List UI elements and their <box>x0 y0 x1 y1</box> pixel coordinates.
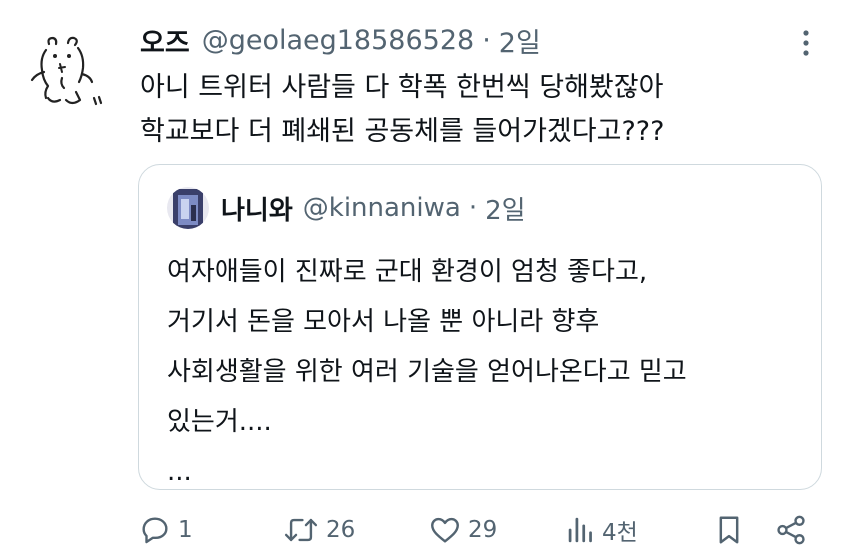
author-display-name[interactable]: 오즈 <box>140 21 190 60</box>
bookmark-icon <box>719 516 739 544</box>
views-icon <box>568 517 592 543</box>
quoted-author-display-name[interactable]: 나니와 <box>221 190 293 227</box>
reply-icon <box>142 517 168 544</box>
quoted-text-line: 있는거.... <box>167 407 272 437</box>
retweet-icon <box>284 518 318 542</box>
quoted-tweet-header: 나니와 @kinnaniwa · 2일 <box>221 187 526 229</box>
views-button[interactable]: 4천 <box>566 508 638 552</box>
separator-dot: · <box>482 24 491 56</box>
separator-dot: · <box>468 193 478 223</box>
bear-doodle-icon <box>30 36 103 106</box>
quoted-tweet-text: 여자애들이 진짜로 군대 환경이 엄청 좋다고, 거기서 돈을 모아서 나올 뿐… <box>167 247 687 497</box>
quoted-text-line: 사회생활을 위한 여러 기술을 얻어나온다고 믿고 <box>167 357 687 387</box>
reply-count: 1 <box>178 517 193 543</box>
profile-photo-icon <box>167 187 209 229</box>
tweet-text-line: 학교보다 더 폐쇄된 공동체를 들어가겠다고??? <box>140 116 665 147</box>
quoted-tweet[interactable]: 나니와 @kinnaniwa · 2일 여자애들이 진짜로 군대 환경이 엄청 … <box>138 164 822 490</box>
author-handle[interactable]: @geolaeg18586528 <box>202 25 475 56</box>
quoted-text-line: 거기서 돈을 모아서 나올 뿐 아니라 향후 <box>167 307 600 337</box>
like-button[interactable]: 29 <box>428 508 497 552</box>
views-count: 4천 <box>602 520 638 546</box>
author-avatar[interactable] <box>22 28 108 114</box>
reply-button[interactable]: 1 <box>138 508 193 552</box>
tweet-text-line: 아니 트위터 사람들 다 학폭 한번씩 당해봤잖아 <box>140 72 664 103</box>
quoted-author-avatar[interactable] <box>167 187 209 229</box>
quoted-text-line: ... <box>167 457 192 487</box>
quoted-text-line: 여자애들이 진짜로 군대 환경이 엄청 좋다고, <box>167 257 648 287</box>
tweet[interactable]: 오즈 @geolaeg18586528 · 2일 아니 트위터 사람들 다 학폭… <box>0 0 850 560</box>
retweet-button[interactable]: 26 <box>282 508 355 552</box>
quoted-author-handle[interactable]: @kinnaniwa <box>303 193 461 223</box>
heart-icon <box>431 517 459 543</box>
retweet-count: 26 <box>326 517 356 543</box>
more-vertical-icon <box>803 30 809 56</box>
more-options-button[interactable] <box>796 26 816 60</box>
tweet-text: 아니 트위터 사람들 다 학폭 한번씩 당해봤잖아 학교보다 더 폐쇄된 공동체… <box>140 66 664 154</box>
like-count: 29 <box>468 517 498 543</box>
quoted-tweet-timestamp[interactable]: 2일 <box>485 190 525 227</box>
bookmark-button[interactable] <box>714 508 744 552</box>
share-icon <box>777 515 805 545</box>
tweet-action-bar: 1 26 29 4천 <box>0 508 850 552</box>
share-button[interactable] <box>774 508 808 552</box>
tweet-header: 오즈 @geolaeg18586528 · 2일 <box>140 20 541 60</box>
tweet-timestamp[interactable]: 2일 <box>499 21 541 60</box>
